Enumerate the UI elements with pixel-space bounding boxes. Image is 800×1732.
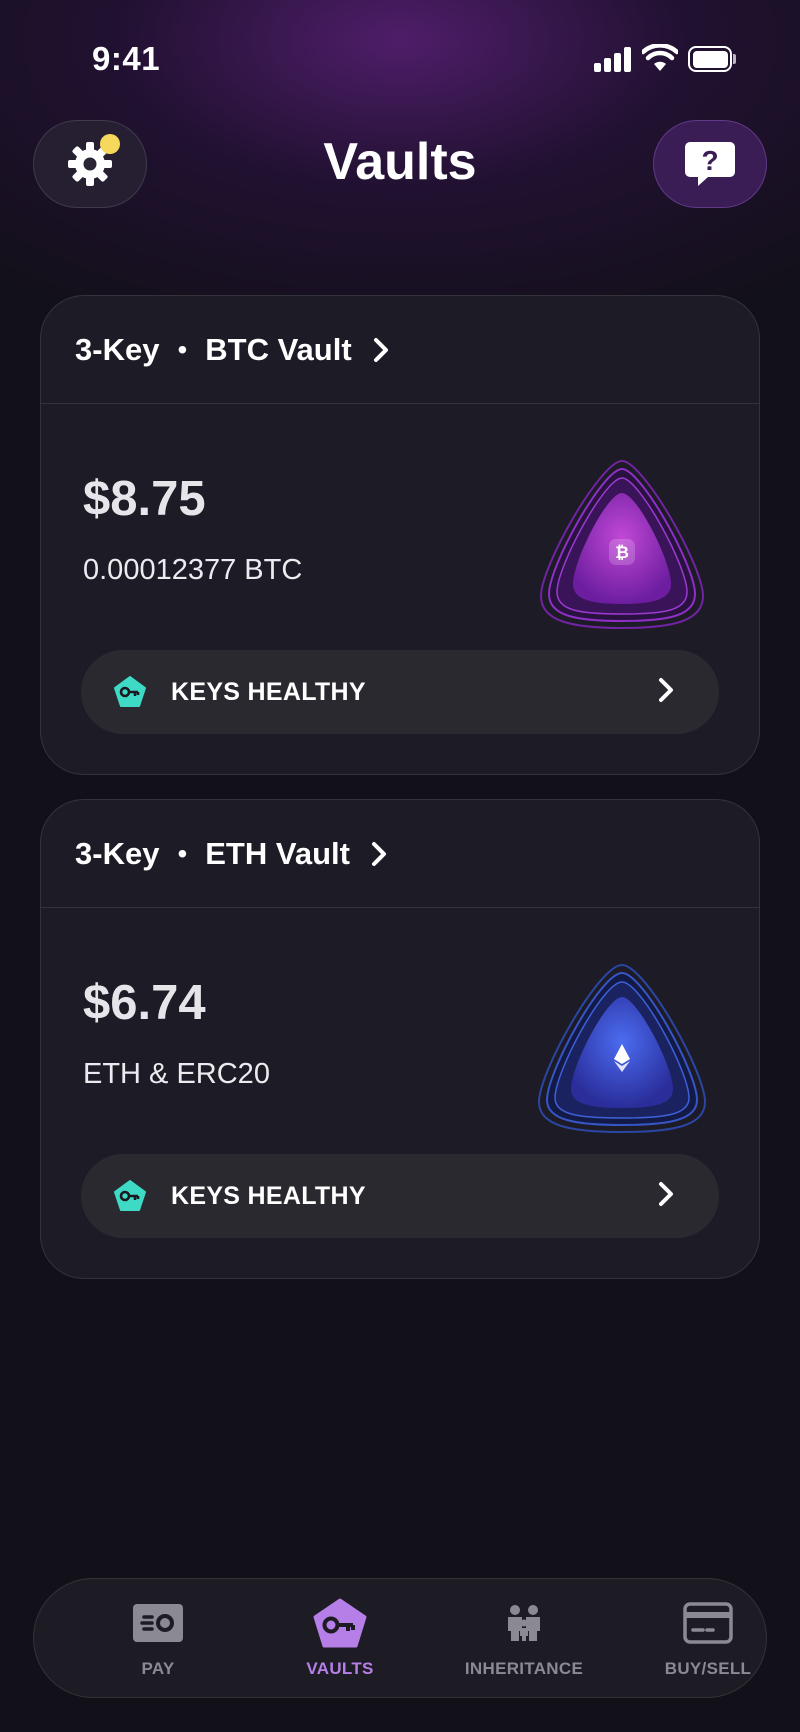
vault-key-icon [313,1598,367,1648]
family-icon [508,1605,540,1641]
vault-amount: $6.74 [83,976,206,1030]
key-badge-icon [114,1180,146,1211]
vault-balance: 0.00012377 BTC [83,554,303,586]
tab-inheritance[interactable]: INHERITANCE [434,1579,614,1699]
chevron-right-icon [659,678,673,702]
keys-status-button[interactable]: KEYS HEALTHY [81,1154,719,1238]
tab-bar: PAY VAULTS INHERITANCE BUY/SELL [33,1578,767,1698]
vault-balance: ETH & ERC20 [83,1058,270,1090]
vault-header[interactable]: 3-Key • ETH Vault [41,800,759,908]
tab-label: PAY [141,1659,175,1678]
chevron-right-icon [659,1182,673,1206]
vault-name: ETH Vault [205,835,350,871]
tab-buy-sell[interactable]: BUY/SELL [618,1579,798,1699]
tab-label: BUY/SELL [664,1659,752,1678]
chevron-right-icon [372,337,390,363]
svg-text:?: ? [701,145,718,176]
pay-icon [133,1604,183,1642]
vault-key-type: 3-Key [75,835,160,871]
tab-label: INHERITANCE [464,1659,584,1678]
help-chat-icon: ? [685,142,735,186]
tab-pay[interactable]: PAY [68,1579,248,1699]
vault-key-type: 3-Key [75,331,160,367]
tab-vaults[interactable]: VAULTS [250,1579,430,1699]
separator-dot: • [177,333,188,365]
chevron-right-icon [370,841,388,867]
eth-vault-card[interactable]: 3-Key • ETH Vault $6.74 ETH & ERC20 KEYS… [40,799,760,1279]
wifi-icon [642,44,678,71]
vault-amount: $8.75 [83,472,206,526]
tab-label: VAULTS [306,1659,374,1678]
help-button[interactable]: ? [653,120,767,208]
btc-vault-card[interactable]: 3-Key • BTC Vault $8.75 0.00012377 BTC ₿… [40,295,760,775]
status-time: 9:41 [92,40,161,77]
svg-text:₿: ₿ [615,543,629,563]
battery-icon [688,46,736,72]
keys-status-label: KEYS HEALTHY [171,1181,366,1210]
key-badge-icon [114,676,146,707]
bitcoin-vault-orb-icon: ₿ [539,459,705,630]
vault-name: BTC Vault [205,331,352,367]
keys-status-label: KEYS HEALTHY [171,677,366,706]
vault-header[interactable]: 3-Key • BTC Vault [41,296,759,404]
status-bar: 9:41 [0,0,800,116]
keys-status-button[interactable]: KEYS HEALTHY [81,650,719,734]
card-icon [683,1602,733,1644]
ethereum-vault-orb-icon [537,963,707,1134]
cellular-signal-icon [594,46,634,72]
separator-dot: • [177,837,188,869]
